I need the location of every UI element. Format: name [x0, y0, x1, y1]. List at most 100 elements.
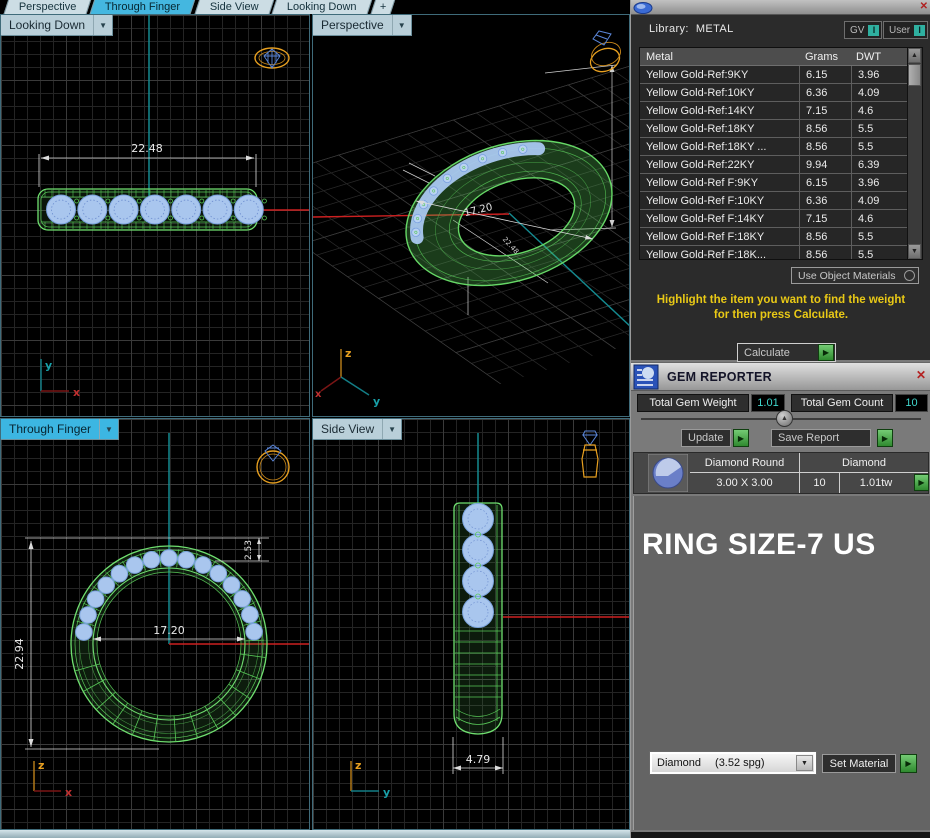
panel-title-bar[interactable]: ✕ [631, 0, 930, 14]
table-cell-metal: Yellow Gold-Ref F:10KY [640, 192, 800, 209]
tab-side-view[interactable]: Side View [194, 0, 274, 14]
gem-thumbnail [648, 454, 688, 492]
scroll-down-button[interactable]: ▼ [908, 244, 921, 259]
save-report-button[interactable]: Save Report [771, 429, 871, 447]
table-cell-dwt: 5.5 [852, 120, 911, 137]
perspective-drawing: 17.20 22.48 z x y [313, 15, 630, 417]
viewport-title-side-view[interactable]: Side View ▼ [313, 419, 402, 440]
divider-knob[interactable]: ▲ [776, 410, 793, 427]
user-indicator: I [914, 25, 925, 36]
calculate-go-icon[interactable]: ▶ [818, 344, 834, 361]
viewport-side-view[interactable]: 4.79 z y Side View ▼ [312, 418, 630, 830]
gem-weight-cell: 1.01tw [840, 473, 912, 493]
save-report-go-icon[interactable]: ▶ [877, 429, 893, 447]
table-cell-grams: 8.56 [800, 120, 852, 137]
metal-table-body: Yellow Gold-Ref:9KY6.153.96Yellow Gold-R… [640, 66, 922, 260]
viewport-looking-down[interactable]: 22.48 y x Looki [0, 14, 310, 417]
ring-size-text: RING SIZE-7 US [642, 528, 876, 562]
gem-size-cell: 3.00 X 3.00 [690, 473, 800, 493]
viewport-title-label: Through Finger [1, 422, 99, 436]
table-cell-dwt: 3.96 [852, 66, 911, 83]
gem-palette-icon [631, 1, 657, 14]
ring-front-icon [257, 445, 289, 483]
scroll-thumb[interactable] [908, 64, 921, 86]
gem-reporter-close-icon[interactable]: ✕ [916, 368, 926, 382]
ring-band-top-view [38, 189, 266, 230]
table-cell-dwt: 4.6 [852, 102, 911, 119]
set-material-go-icon[interactable]: ▶ [900, 754, 917, 773]
table-row[interactable]: Yellow Gold-Ref F:14KY7.154.6 [640, 210, 922, 228]
update-go-icon[interactable]: ▶ [733, 429, 749, 447]
table-row[interactable]: Yellow Gold-Ref:14KY7.154.6 [640, 102, 922, 120]
close-icon[interactable]: ✕ [920, 0, 928, 13]
table-scrollbar[interactable]: ▲ ▼ [907, 48, 922, 259]
axis-indicator: z y [351, 759, 390, 799]
table-cell-grams: 9.94 [800, 156, 852, 173]
total-gem-count-value: 10 [895, 394, 928, 412]
table-row[interactable]: Yellow Gold-Ref F:10KY6.364.09 [640, 192, 922, 210]
set-material-button[interactable]: Set Material [822, 754, 896, 773]
table-cell-metal: Yellow Gold-Ref:18KY [640, 120, 800, 137]
ring-side-icon [582, 431, 598, 477]
viewport-through-finger[interactable]: 22.94 17.20 2.53 z x Through Finger ▼ [0, 418, 310, 830]
gv-toggle[interactable]: GVI [844, 21, 882, 39]
add-viewport-tab-button[interactable]: + [371, 0, 396, 14]
tab-looking-down[interactable]: Looking Down [272, 0, 373, 14]
svg-text:x: x [315, 389, 322, 400]
svg-text:z: z [38, 759, 44, 772]
update-button[interactable]: Update [681, 429, 731, 447]
table-cell-metal: Yellow Gold-Ref F:14KY [640, 210, 800, 227]
application-window: Perspective Through Finger Side View Loo… [0, 0, 930, 838]
table-row[interactable]: Yellow Gold-Ref F:18KY8.565.5 [640, 228, 922, 246]
tab-through-finger[interactable]: Through Finger [90, 0, 196, 14]
metal-table-header: Metal Grams DWT [640, 48, 922, 66]
dim-diag-label: 22.48 [501, 236, 520, 256]
use-object-materials-button[interactable]: Use Object Materials [791, 267, 919, 284]
table-cell-dwt: 4.6 [852, 210, 911, 227]
chevron-down-icon[interactable]: ▼ [382, 419, 401, 439]
material-dropdown[interactable]: Diamond(3.52 spg) ▼ [650, 752, 816, 774]
radio-circle-icon [904, 270, 915, 281]
viewport-perspective[interactable]: 17.20 22.48 z x y Perspective ▼ [312, 14, 630, 417]
table-row[interactable]: Yellow Gold-Ref F:9KY6.153.96 [640, 174, 922, 192]
table-row[interactable]: Yellow Gold-Ref F:18K...8.565.5 [640, 246, 922, 260]
svg-text:z: z [355, 759, 361, 772]
scroll-up-button[interactable]: ▲ [908, 48, 921, 63]
dim-width-label: 22.48 [131, 142, 163, 155]
ring-3d [387, 116, 630, 311]
axis-indicator: y x [41, 359, 80, 399]
table-row[interactable]: Yellow Gold-Ref:22KY9.946.39 [640, 156, 922, 174]
table-row[interactable]: Yellow Gold-Ref:18KY8.565.5 [640, 120, 922, 138]
viewport-title-perspective[interactable]: Perspective ▼ [313, 15, 412, 36]
material-dropdown-value: Diamond(3.52 spg) [657, 757, 796, 769]
report-view: RING SIZE-7 US Diamond(3.52 spg) ▼ Set M… [633, 496, 930, 830]
dim-lines [39, 154, 256, 187]
table-row[interactable]: Yellow Gold-Ref:9KY6.153.96 [640, 66, 922, 84]
chevron-down-icon[interactable]: ▼ [93, 15, 112, 35]
table-cell-grams: 8.56 [800, 246, 852, 260]
chevron-down-icon[interactable]: ▼ [99, 419, 118, 439]
table-cell-grams: 6.36 [800, 84, 852, 101]
through-finger-drawing: 22.94 17.20 2.53 z x [1, 419, 310, 830]
gv-indicator: I [868, 25, 879, 36]
table-cell-metal: Yellow Gold-Ref:14KY [640, 102, 800, 119]
user-toggle[interactable]: UserI [883, 21, 928, 39]
gem-summary-row[interactable]: Diamond Round Diamond 3.00 X 3.00 10 1.0… [633, 452, 929, 494]
table-row[interactable]: Yellow Gold-Ref:18KY ...8.565.5 [640, 138, 922, 156]
dropdown-arrow-icon[interactable]: ▼ [796, 755, 813, 771]
ring-top-icon [255, 48, 289, 68]
chevron-down-icon[interactable]: ▼ [392, 15, 411, 35]
gem-reporter-header[interactable]: GEM REPORTER ✕ [631, 362, 930, 391]
table-cell-grams: 6.36 [800, 192, 852, 209]
viewport-bottom-strip [0, 830, 630, 838]
gem-row-go-icon[interactable]: ▶ [914, 474, 929, 491]
viewport-title-label: Looking Down [1, 18, 93, 32]
panel-bottom-strip [631, 832, 930, 838]
total-gem-count-label: Total Gem Count [791, 394, 893, 412]
tab-perspective[interactable]: Perspective [4, 0, 92, 14]
table-row[interactable]: Yellow Gold-Ref:10KY6.364.09 [640, 84, 922, 102]
dim-outer-label: 22.94 [13, 638, 26, 670]
viewport-title-through-finger[interactable]: Through Finger ▼ [1, 419, 119, 440]
viewport-title-looking-down[interactable]: Looking Down ▼ [1, 15, 113, 36]
axis-indicator: z x [34, 759, 72, 799]
